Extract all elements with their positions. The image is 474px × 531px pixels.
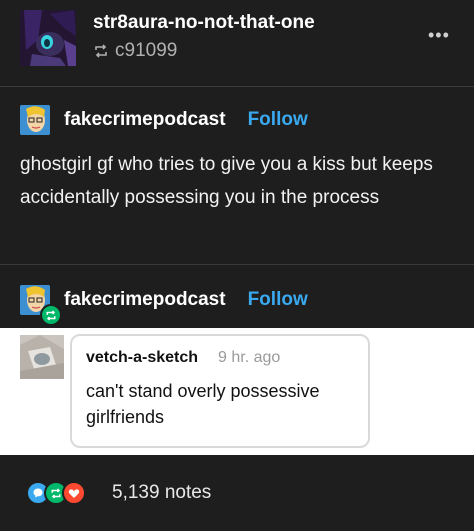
reblogged-from-name: c91099: [115, 40, 178, 61]
reply-username[interactable]: vetch-a-sketch: [86, 349, 198, 367]
reblog-icon: [95, 44, 107, 58]
divider: [0, 264, 474, 265]
reblogged-from[interactable]: c91099: [93, 40, 177, 62]
post-footer: 5,139 notes: [0, 455, 474, 531]
original-blog-name[interactable]: fakecrimepodcast: [64, 109, 226, 131]
reblog-blog-name[interactable]: fakecrimepodcast: [64, 289, 226, 311]
reply-section: vetch-a-sketch 9 hr. ago can't stand ove…: [0, 328, 474, 455]
heart-icon: [62, 481, 86, 505]
note-icons[interactable]: [26, 481, 86, 505]
header-avatar[interactable]: [20, 10, 76, 66]
reblog-user-row: fakecrimepodcast Follow: [20, 285, 308, 315]
original-post-user-row: fakecrimepodcast Follow: [20, 105, 308, 135]
reply-bubble: vetch-a-sketch 9 hr. ago can't stand ove…: [70, 334, 370, 448]
avatar-illustration: [20, 105, 50, 135]
avatar-illustration: [20, 10, 76, 66]
post-body-text: ghostgirl gf who tries to give you a kis…: [20, 154, 433, 208]
more-icon[interactable]: •••: [428, 25, 450, 46]
reblog-badge-icon: [40, 304, 62, 326]
avatar-illustration: [20, 335, 64, 379]
reblogger-blog-name[interactable]: str8aura-no-not-that-one: [93, 12, 315, 34]
post-header: str8aura-no-not-that-one c91099 •••: [0, 0, 474, 86]
vetch-a-sketch-avatar[interactable]: [20, 335, 64, 379]
reply-text: can't stand overly possessive girlfriend…: [86, 381, 320, 427]
follow-button[interactable]: Follow: [248, 109, 308, 131]
follow-button[interactable]: Follow: [248, 289, 308, 311]
notes-count[interactable]: 5,139 notes: [112, 482, 211, 504]
divider: [0, 86, 474, 87]
reply-timestamp: 9 hr. ago: [218, 349, 281, 366]
fakecrimepodcast-avatar[interactable]: [20, 105, 50, 135]
